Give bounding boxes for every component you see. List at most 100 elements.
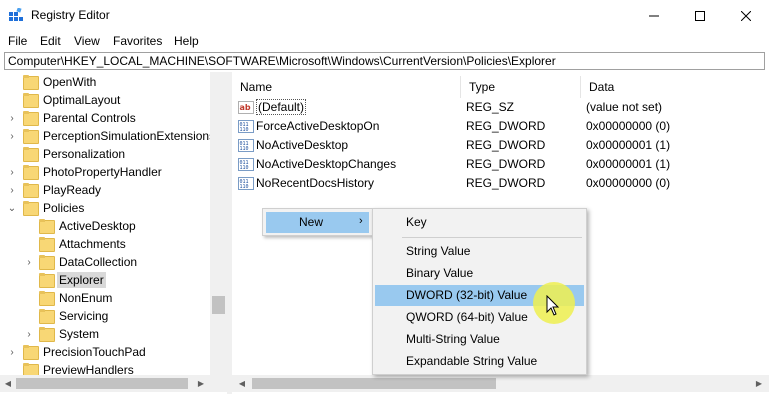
expand-chevron-icon[interactable]: › — [24, 325, 34, 343]
scroll-right-icon[interactable]: ▶ — [751, 375, 767, 392]
menu-item-label: QWORD (64-bit) Value — [406, 310, 528, 324]
menu-item-key[interactable]: Key — [375, 212, 584, 233]
value-row[interactable]: 011 110 ForceActiveDesktopOn REG_DWORD 0… — [238, 117, 758, 136]
tree-item-datacollection[interactable]: › DataCollection — [0, 253, 139, 271]
context-menu-new[interactable]: New › — [266, 212, 369, 233]
scroll-right-icon[interactable]: ▶ — [193, 375, 209, 392]
menu-item-label: Expandable String Value — [406, 354, 538, 368]
expand-chevron-icon[interactable]: › — [7, 127, 17, 145]
collapse-chevron-icon[interactable]: ⌄ — [7, 199, 17, 217]
value-row[interactable]: 011 110 NoRecentDocsHistory REG_DWORD 0x… — [238, 174, 758, 193]
minimize-icon — [649, 15, 659, 16]
expand-icon[interactable] — [7, 73, 17, 91]
expand-chevron-icon[interactable]: › — [7, 163, 17, 181]
menu-item-expandable-string-value[interactable]: Expandable String Value — [375, 351, 584, 372]
tree-item-attachments[interactable]: Attachments — [0, 235, 128, 253]
submenu-arrow-icon: › — [359, 215, 363, 227]
svg-text:110: 110 — [240, 146, 249, 152]
tree-item-photopropertyhandler[interactable]: › PhotoPropertyHandler — [0, 163, 164, 181]
tree-item-explorer[interactable]: Explorer — [0, 271, 106, 289]
value-name: (Default) — [256, 99, 307, 115]
column-header-name[interactable]: Name — [232, 76, 461, 98]
tree-item-servicing[interactable]: Servicing — [0, 307, 110, 325]
string-value-icon: ab — [238, 101, 254, 114]
binary-value-icon: 011 110 — [238, 158, 254, 171]
tree-item-precisiontouchpad[interactable]: › PrecisionTouchPad — [0, 343, 148, 361]
tree-vertical-scrollbar[interactable] — [210, 72, 227, 375]
value-name: NoActiveDesktop — [256, 138, 349, 152]
scrollbar-thumb[interactable] — [212, 296, 225, 314]
folder-icon — [22, 183, 39, 198]
folder-open-icon — [22, 201, 39, 216]
maximize-icon — [695, 10, 705, 21]
value-name: ForceActiveDesktopOn — [256, 119, 380, 133]
menu-help[interactable]: Help — [174, 34, 199, 48]
column-header-data[interactable]: Data — [581, 76, 769, 98]
binary-value-icon: 011 110 — [238, 139, 254, 152]
expand-icon[interactable] — [7, 145, 17, 163]
menu-item-binary-value[interactable]: Binary Value — [375, 263, 584, 284]
tree-item-policies[interactable]: ⌄ Policies — [0, 199, 86, 217]
expand-icon[interactable] — [24, 235, 34, 253]
folder-icon — [38, 219, 55, 234]
menu-item-label: New — [299, 215, 324, 229]
value-name: NoRecentDocsHistory — [256, 176, 375, 190]
tree-item-label: Explorer — [57, 272, 106, 288]
tree-item-perceptionsimulationextensions[interactable]: › PerceptionSimulationExtensions — [0, 127, 217, 145]
scrollbar-thumb[interactable] — [16, 378, 188, 389]
tree-item-system[interactable]: › System — [0, 325, 101, 343]
tree-item-openwith[interactable]: OpenWith — [0, 73, 98, 91]
expand-icon[interactable] — [7, 91, 17, 109]
expand-chevron-icon[interactable]: › — [7, 181, 17, 199]
tree-item-optimallayout[interactable]: OptimalLayout — [0, 91, 122, 109]
menu-favorites[interactable]: Favorites — [113, 34, 162, 48]
svg-text:ab: ab — [240, 103, 251, 112]
menu-edit[interactable]: Edit — [40, 34, 61, 48]
tree-item-label: Servicing — [59, 309, 109, 323]
tree-horizontal-scrollbar[interactable]: ◀ ▶ — [0, 375, 210, 392]
menu-item-string-value[interactable]: String Value — [375, 241, 584, 262]
tree-item-label: PlayReady — [43, 183, 102, 197]
close-button[interactable] — [723, 0, 769, 31]
expand-chevron-icon[interactable]: › — [24, 253, 34, 271]
value-data: (value not set) — [586, 100, 663, 114]
tree-item-parental-controls[interactable]: › Parental Controls — [0, 109, 138, 127]
expand-icon[interactable] — [24, 307, 34, 325]
folder-icon — [22, 129, 39, 144]
scrollbar-thumb[interactable] — [252, 378, 496, 389]
tree-item-label: PerceptionSimulationExtensions — [43, 129, 216, 143]
minimize-button[interactable] — [631, 0, 677, 31]
scroll-left-icon[interactable]: ◀ — [234, 375, 250, 392]
scroll-left-icon[interactable]: ◀ — [0, 375, 16, 392]
expand-icon[interactable] — [24, 271, 34, 289]
tree-item-label: Personalization — [43, 147, 126, 161]
menu-separator — [402, 237, 582, 238]
tree-item-activedesktop[interactable]: ActiveDesktop — [0, 217, 138, 235]
tree-item-playready[interactable]: › PlayReady — [0, 181, 103, 199]
key-tree[interactable]: OpenWith OptimalLayout › Parental Contro… — [0, 72, 227, 394]
value-type: REG_DWORD — [466, 176, 546, 190]
folder-icon — [38, 309, 55, 324]
value-row[interactable]: 011 110 NoActiveDesktopChanges REG_DWORD… — [238, 155, 758, 174]
value-row[interactable]: ab (Default) REG_SZ (value not set) — [238, 98, 758, 117]
menu-item-multi-string-value[interactable]: Multi-String Value — [375, 329, 584, 350]
folder-icon — [22, 165, 39, 180]
address-bar[interactable]: Computer\HKEY_LOCAL_MACHINE\SOFTWARE\Mic… — [4, 52, 765, 70]
tree-item-nonenum[interactable]: NonEnum — [0, 289, 114, 307]
maximize-button[interactable] — [677, 0, 723, 31]
column-header-type[interactable]: Type — [461, 76, 581, 98]
expand-chevron-icon[interactable]: › — [7, 109, 17, 127]
value-data: 0x00000000 (0) — [586, 119, 671, 133]
values-horizontal-scrollbar[interactable]: ◀ ▶ — [232, 375, 769, 392]
folder-icon — [22, 345, 39, 360]
expand-icon[interactable] — [24, 289, 34, 307]
title-bar: Registry Editor — [0, 0, 769, 31]
menu-view[interactable]: View — [74, 34, 100, 48]
value-data: 0x00000000 (0) — [586, 176, 671, 190]
tree-item-label: PrecisionTouchPad — [43, 345, 146, 359]
tree-item-personalization[interactable]: Personalization — [0, 145, 127, 163]
value-row[interactable]: 011 110 NoActiveDesktop REG_DWORD 0x0000… — [238, 136, 758, 155]
expand-chevron-icon[interactable]: › — [7, 343, 17, 361]
expand-icon[interactable] — [24, 217, 34, 235]
menu-file[interactable]: File — [8, 34, 27, 48]
